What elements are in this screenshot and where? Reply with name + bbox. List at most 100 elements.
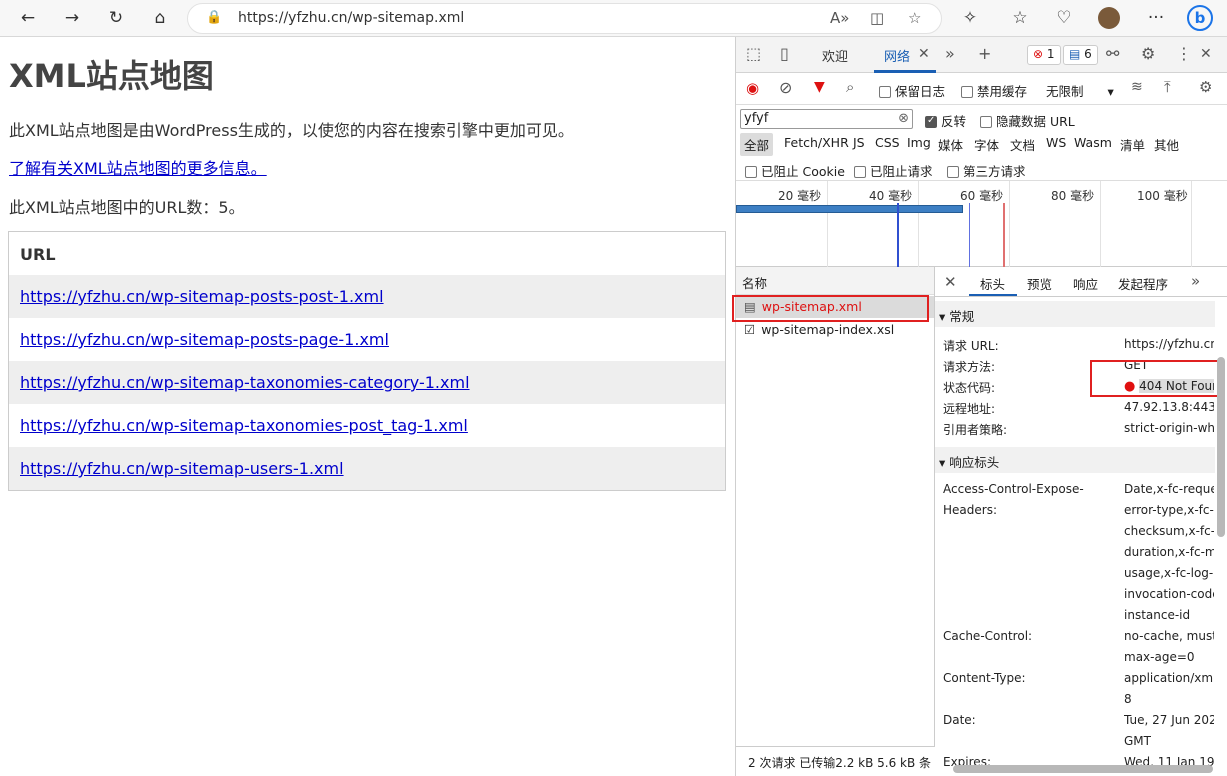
filter-options: 反转 隐藏数据 URL — [736, 105, 1227, 131]
more-tabs-icon[interactable]: » — [1191, 272, 1200, 290]
throttle-select[interactable]: 无限制 ▾ — [1046, 81, 1114, 100]
favorites-icon[interactable]: ☆ — [1005, 4, 1035, 32]
request-timing-bar — [736, 205, 963, 213]
inspect-icon[interactable]: ⬚ — [746, 44, 761, 63]
request-row[interactable]: ☑ wp-sitemap-index.xsl — [736, 319, 934, 341]
extensions-icon[interactable]: ✧ — [955, 4, 985, 32]
request-details: ✕ 标头 预览 响应 发起程序 » ▾ 常规 请求 URL: https://y… — [935, 267, 1227, 776]
copilot-icon[interactable]: b — [1185, 4, 1215, 32]
kv-key: Headers: — [943, 503, 997, 517]
kv-value: Tue, 27 Jun 2023 — [1124, 713, 1214, 727]
page-title: XML站点地图 — [9, 57, 214, 95]
invert-checkbox[interactable]: 反转 — [925, 111, 966, 130]
read-aloud-icon[interactable]: A» — [830, 9, 849, 27]
third-party-checkbox[interactable]: 第三方请求 — [947, 161, 1026, 180]
tab-response[interactable]: 响应 — [1073, 274, 1098, 293]
messages-badge[interactable]: ▤ 6 — [1063, 45, 1098, 65]
browser-essentials-icon[interactable]: ♡ — [1049, 4, 1079, 32]
blocked-cookies-checkbox[interactable]: 已阻止 Cookie — [745, 161, 845, 180]
connections-icon[interactable]: ⚯ — [1106, 44, 1119, 63]
filter-icon[interactable]: ▼ — [814, 79, 825, 95]
type-filter-doc[interactable]: 文档 — [1010, 135, 1035, 154]
tab-initiator[interactable]: 发起程序 — [1118, 274, 1168, 293]
expand-triangle-icon: ▾ — [939, 455, 946, 470]
type-filter-js[interactable]: JS — [853, 135, 865, 150]
close-details-icon[interactable]: ✕ — [944, 273, 957, 291]
kv-value: Date,x-fc-reques — [1124, 482, 1214, 496]
preserve-log-checkbox[interactable]: 保留日志 — [879, 81, 945, 100]
type-filter-media[interactable]: 媒体 — [938, 135, 963, 154]
hide-data-url-checkbox[interactable]: 隐藏数据 URL — [980, 111, 1075, 130]
horizontal-scrollbar[interactable] — [953, 765, 1213, 773]
learn-more-link[interactable]: 了解有关XML站点地图的更多信息。 — [9, 155, 267, 179]
blocked-requests-checkbox[interactable]: 已阻止请求 — [854, 161, 933, 180]
kv-value: checksum,x-fc-in — [1124, 524, 1214, 538]
request-list: 名称 ▤ wp-sitemap.xml ☑ wp-sitemap-index.x… — [732, 267, 935, 776]
devtools-tabbar: ⬚ ▯ 欢迎 网络 ✕ » + ⊗ 1 ▤ 6 ⚯ ⚙ ⋮ ✕ — [736, 37, 1227, 73]
network-settings-icon[interactable]: ⚙ — [1199, 78, 1212, 96]
type-filter-ws[interactable]: WS — [1046, 135, 1066, 150]
name-column-header[interactable]: 名称 — [736, 267, 934, 295]
timeline-gridline — [1191, 181, 1192, 267]
kv-value: instance-id — [1124, 608, 1191, 622]
home-icon[interactable]: ⌂ — [145, 4, 175, 32]
kv-value: GMT — [1124, 734, 1151, 748]
general-section-header[interactable]: ▾ 常规 — [935, 301, 1215, 327]
kv-key: 请求方法: — [943, 360, 996, 374]
type-filter-other[interactable]: 其他 — [1154, 135, 1179, 154]
checkbox-icon — [745, 166, 757, 178]
favorite-star-icon[interactable]: ☆ — [908, 9, 921, 27]
back-icon[interactable]: ← — [13, 4, 43, 32]
settings-gear-icon[interactable]: ⚙ — [1141, 44, 1155, 63]
forward-icon[interactable]: → — [57, 4, 87, 32]
refresh-icon[interactable]: ↻ — [101, 4, 131, 32]
type-filter-img[interactable]: Img — [907, 135, 931, 150]
disable-cache-checkbox[interactable]: 禁用缓存 — [961, 81, 1027, 100]
device-toggle-icon[interactable]: ▯ — [780, 44, 789, 63]
type-filter-css[interactable]: CSS — [875, 135, 900, 150]
network-conditions-icon[interactable]: ≋ — [1131, 79, 1143, 95]
add-tab-icon[interactable]: + — [978, 44, 991, 63]
network-timeline[interactable]: 20 毫秒 40 毫秒 60 毫秒 80 毫秒 100 毫秒 — [736, 181, 1227, 267]
tab-preview[interactable]: 预览 — [1027, 274, 1052, 293]
sitemap-link[interactable]: https://yfzhu.cn/wp-sitemap-taxonomies-p… — [20, 416, 468, 435]
checkbox-icon — [854, 166, 866, 178]
type-filter-wasm[interactable]: Wasm — [1074, 135, 1112, 150]
sitemap-link[interactable]: https://yfzhu.cn/wp-sitemap-posts-post-1… — [20, 287, 384, 306]
split-screen-icon[interactable]: ◫ — [870, 9, 884, 27]
vertical-scrollbar[interactable] — [1217, 357, 1225, 537]
sitemap-link[interactable]: https://yfzhu.cn/wp-sitemap-posts-page-1… — [20, 330, 389, 349]
kv-key: Content-Type: — [943, 671, 1026, 685]
sitemap-link[interactable]: https://yfzhu.cn/wp-sitemap-taxonomies-c… — [20, 373, 470, 392]
kv-value: invocation-code — [1124, 587, 1214, 601]
profile-avatar[interactable] — [1094, 4, 1124, 32]
address-url[interactable]: https://yfzhu.cn/wp-sitemap.xml — [238, 10, 464, 26]
clear-icon[interactable]: ⊘ — [779, 78, 792, 97]
sitemap-link[interactable]: https://yfzhu.cn/wp-sitemap-users-1.xml — [20, 459, 344, 478]
intro-text: 此XML站点地图是由WordPress生成的，以使您的内容在搜索引擎中更加可见。 — [9, 121, 574, 140]
tab-headers[interactable]: 标头 — [980, 274, 1005, 293]
type-filter-font[interactable]: 字体 — [974, 135, 999, 154]
kv-key: 远程地址: — [943, 402, 996, 416]
tab-welcome[interactable]: 欢迎 — [822, 46, 848, 65]
close-devtools-icon[interactable]: ✕ — [1200, 46, 1212, 62]
type-filter-all[interactable]: 全部 — [740, 133, 774, 156]
tab-network[interactable]: 网络 — [884, 46, 910, 65]
timeline-gridline — [827, 181, 828, 267]
kv-value: 47.92.13.8:443 — [1124, 400, 1214, 414]
type-filter-manifest[interactable]: 清单 — [1120, 135, 1145, 154]
kebab-menu-icon[interactable]: ⋮ — [1176, 44, 1192, 63]
errors-badge[interactable]: ⊗ 1 — [1027, 45, 1061, 65]
address-bar[interactable]: 🔒 https://yfzhu.cn/wp-sitemap.xml A» ◫ ☆ — [187, 3, 942, 34]
dropdown-arrow-icon: ▾ — [1107, 84, 1114, 99]
search-icon[interactable]: ⌕ — [846, 78, 854, 96]
more-tabs-icon[interactable]: » — [945, 44, 955, 63]
import-har-icon[interactable]: ⤒ — [1164, 78, 1171, 96]
more-icon[interactable]: ··· — [1141, 4, 1171, 32]
response-headers-section-header[interactable]: ▾ 响应标头 — [935, 447, 1215, 473]
table-row: https://yfzhu.cn/wp-sitemap-taxonomies-c… — [9, 361, 725, 404]
record-icon[interactable]: ◉ — [746, 79, 759, 97]
type-filter-xhr[interactable]: Fetch/XHR — [784, 135, 849, 150]
close-tab-icon[interactable]: ✕ — [918, 46, 930, 62]
kv-key: 状态代码: — [943, 381, 996, 395]
